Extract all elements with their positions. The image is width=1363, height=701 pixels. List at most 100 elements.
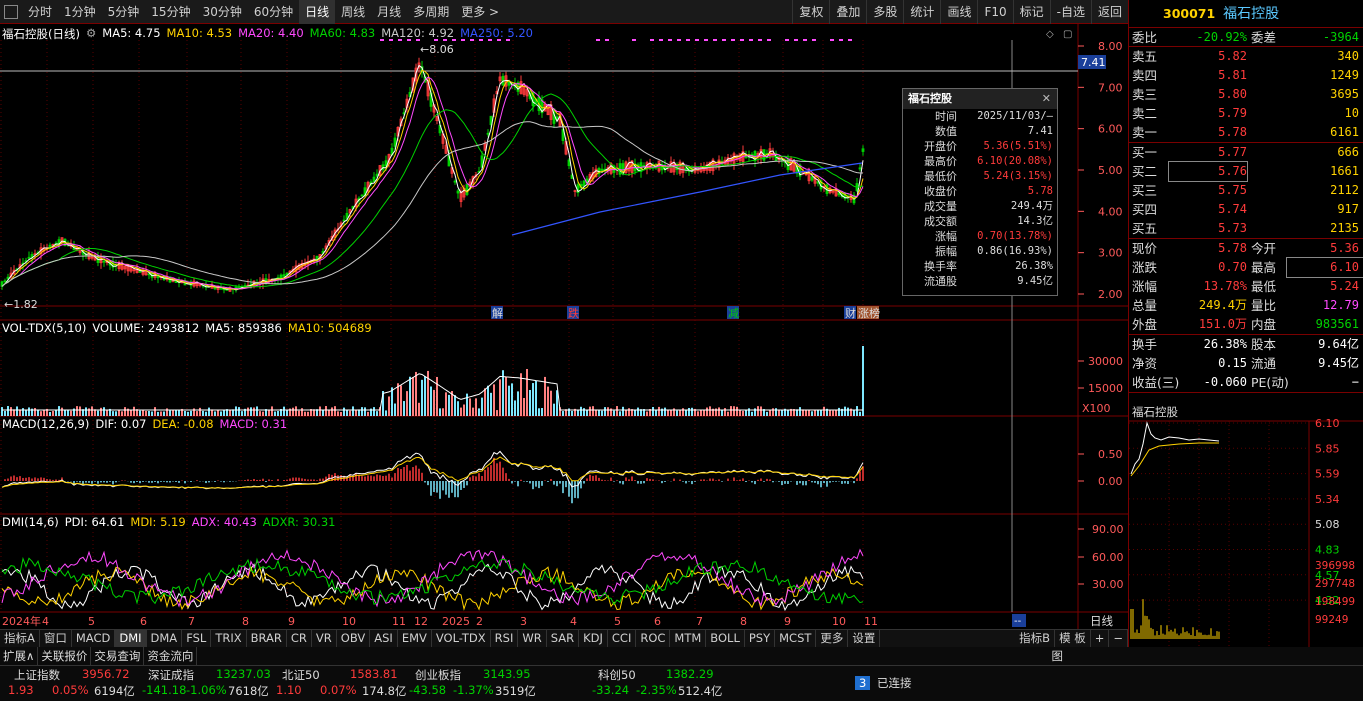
order-row[interactable]: 买三 5.75 2112 bbox=[1129, 181, 1363, 200]
volume-bar bbox=[814, 409, 816, 416]
period-tab-2[interactable]: 5分钟 bbox=[102, 0, 146, 24]
period-tab-5[interactable]: 60分钟 bbox=[248, 0, 299, 24]
volume-bar bbox=[355, 410, 357, 416]
indicator-tab-16[interactable]: SAR bbox=[547, 630, 580, 647]
indicator-tab-19[interactable]: ROC bbox=[636, 630, 671, 647]
toolbar-button-5[interactable]: F10 bbox=[977, 0, 1012, 24]
order-row[interactable]: 卖四 5.81 1249 bbox=[1129, 66, 1363, 85]
order-row[interactable]: 卖二 5.79 10 bbox=[1129, 104, 1363, 123]
order-row[interactable]: 卖一 5.78 6161 bbox=[1129, 123, 1363, 142]
stock-name: 福石控股 bbox=[1223, 6, 1280, 22]
toolbar-button-6[interactable]: 标记 bbox=[1012, 0, 1050, 24]
indicator-tab-15[interactable]: WR bbox=[518, 630, 547, 647]
indicator-right-tabs: 指标B 模 板 + − bbox=[1015, 630, 1128, 647]
stat-value: 26.38% bbox=[1203, 337, 1247, 351]
toolbar-button-0[interactable]: 复权 bbox=[792, 0, 829, 24]
month-label: 10 bbox=[342, 615, 356, 628]
indicator-tab-21[interactable]: BOLL bbox=[706, 630, 745, 647]
order-row[interactable]: 买二 5.76 1661 bbox=[1129, 161, 1363, 182]
indicator-right-2[interactable]: + bbox=[1091, 630, 1110, 647]
extension-item-0[interactable]: 扩展∧ bbox=[0, 647, 39, 665]
period-tab-0[interactable]: 分时 bbox=[22, 0, 58, 24]
indicator-tab-3[interactable]: DMI bbox=[115, 630, 147, 647]
macd-tick: 0.50 bbox=[1098, 448, 1123, 461]
period-tab-8[interactable]: 月线 bbox=[371, 0, 407, 24]
indicator-tab-12[interactable]: EMV bbox=[398, 630, 432, 647]
quote-fundamentals: 换手 26.38% 股本 9.64亿 净资 0.15 流通 9.45亿 收益(三) -0.060 P… bbox=[1129, 335, 1363, 392]
menu-icon[interactable] bbox=[4, 4, 18, 19]
mini-intraday-chart[interactable]: 福石控股 6.10 5.85 5.59 5.34 5.08 4.83 4.57 4.32 396… bbox=[1129, 404, 1363, 647]
kline-chart-area[interactable]: 8.00 7.00 6.00 5.00 4.00 3.00 2.00 7.41 ←8.06 ←1.… bbox=[0, 24, 1128, 630]
signal-marker bbox=[758, 39, 762, 41]
macd-legend: MACD(12,26,9) DIF: 0.07 DEA: -0.08 MACD:… bbox=[2, 417, 287, 431]
indicator-tab-2[interactable]: MACD bbox=[72, 630, 116, 647]
indicator-tab-1[interactable]: 窗口 bbox=[40, 630, 72, 647]
close-icon[interactable]: ✕ bbox=[1042, 89, 1051, 109]
tooltip-value: 7.41 bbox=[1027, 125, 1053, 137]
toolbar-button-8[interactable]: 返回 bbox=[1090, 0, 1128, 24]
toolbar-button-3[interactable]: 统计 bbox=[903, 0, 940, 24]
index-name[interactable]: 北证50 bbox=[282, 667, 320, 683]
period-tab-3[interactable]: 15分钟 bbox=[145, 0, 196, 24]
toolbar-button-7[interactable]: -自选 bbox=[1049, 0, 1091, 24]
extension-item-3[interactable]: 资金流向 bbox=[144, 647, 198, 665]
volume-bar bbox=[442, 408, 444, 416]
indicator-tab-5[interactable]: FSL bbox=[182, 630, 212, 647]
extension-item-2[interactable]: 交易查询 bbox=[91, 647, 145, 665]
indicator-tab-14[interactable]: RSI bbox=[491, 630, 519, 647]
indicator-tab-25[interactable]: 设置 bbox=[848, 630, 881, 647]
indicator-tab-23[interactable]: MCST bbox=[775, 630, 817, 647]
toolbar-button-4[interactable]: 画线 bbox=[940, 0, 977, 24]
volume-bar bbox=[76, 406, 78, 416]
indicator-right-3[interactable]: − bbox=[1109, 630, 1128, 647]
order-row[interactable]: 买一 5.77 666 bbox=[1129, 143, 1363, 162]
indicator-tab-9[interactable]: VR bbox=[312, 630, 337, 647]
indicator-tab-22[interactable]: PSY bbox=[745, 630, 776, 647]
connection-status[interactable]: 3 已连接 bbox=[855, 675, 911, 691]
indicator-tab-18[interactable]: CCI bbox=[608, 630, 637, 647]
signal-marker bbox=[785, 39, 789, 41]
toolbar-button-2[interactable]: 多股 bbox=[866, 0, 903, 24]
indicator-tab-13[interactable]: VOL-TDX bbox=[432, 630, 491, 647]
period-toolbar: 分时 1分钟 5分钟 15分钟 30分钟 60分钟 日线 周线 月线 多周期 更多 > 复权 叠加 多股… bbox=[0, 0, 1128, 24]
toolbar-button-1[interactable]: 叠加 bbox=[829, 0, 866, 24]
tooltip-key: 收盘价 bbox=[924, 185, 957, 198]
order-row[interactable]: 卖五 5.82 340 bbox=[1129, 47, 1363, 66]
indicator-tab-24[interactable]: 更多 bbox=[816, 630, 849, 647]
stat-row: 涨跌 0.70 最高 6.10 bbox=[1129, 257, 1363, 278]
signal-marker bbox=[722, 39, 726, 41]
order-row[interactable]: 卖三 5.80 3695 bbox=[1129, 85, 1363, 104]
indicator-tab-0[interactable]: 指标A bbox=[0, 630, 40, 647]
vol-ma5-label: MA5: 859386 bbox=[205, 321, 282, 335]
indicator-tab-10[interactable]: OBV bbox=[337, 630, 371, 647]
indicator-tab-7[interactable]: BRAR bbox=[247, 630, 287, 647]
index-name[interactable]: 上证指数 bbox=[14, 667, 60, 683]
stat-label: 股本 bbox=[1251, 337, 1277, 352]
indicator-tab-20[interactable]: MTM bbox=[670, 630, 707, 647]
extension-item-1[interactable]: 关联报价 bbox=[38, 647, 92, 665]
indicator-right-1[interactable]: 模 板 bbox=[1055, 630, 1091, 647]
indicator-tab-8[interactable]: CR bbox=[287, 630, 312, 647]
index-name[interactable]: 深证成指 bbox=[148, 667, 194, 683]
index-name[interactable]: 创业板指 bbox=[415, 667, 461, 683]
period-tab-7[interactable]: 周线 bbox=[335, 0, 371, 24]
chart-toggle[interactable]: 图 bbox=[1052, 647, 1363, 665]
indicator-right-0[interactable]: 指标B bbox=[1015, 630, 1056, 647]
period-tab-9[interactable]: 多周期 bbox=[407, 0, 455, 24]
period-tab-6[interactable]: 日线 bbox=[299, 0, 336, 24]
period-tab-4[interactable]: 30分钟 bbox=[197, 0, 248, 24]
index-name[interactable]: 科创50 bbox=[598, 667, 636, 683]
indicator-tab-11[interactable]: ASI bbox=[370, 630, 398, 647]
indicator-tab-6[interactable]: TRIX bbox=[211, 630, 247, 647]
volume-bar bbox=[544, 376, 546, 416]
indicator-tab-4[interactable]: DMA bbox=[147, 630, 183, 647]
order-row[interactable]: 买五 5.73 2135 bbox=[1129, 219, 1363, 238]
indicator-tab-17[interactable]: KDJ bbox=[579, 630, 608, 647]
period-tab-10[interactable]: 更多 > bbox=[455, 0, 505, 24]
period-tab-1[interactable]: 1分钟 bbox=[58, 0, 102, 24]
order-label: 卖五 bbox=[1132, 49, 1158, 64]
volume-bar bbox=[283, 406, 285, 416]
order-row[interactable]: 买四 5.74 917 bbox=[1129, 200, 1363, 219]
legend-gear-icon[interactable]: ⚙ bbox=[86, 26, 96, 40]
volume-bar bbox=[154, 407, 156, 416]
